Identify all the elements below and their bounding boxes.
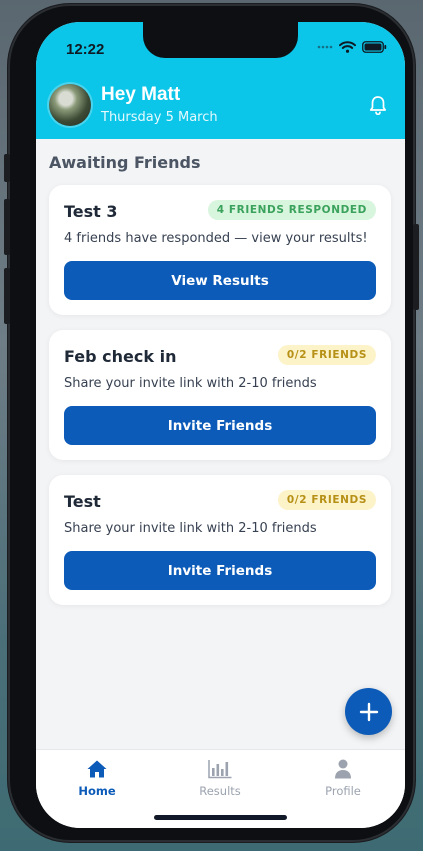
tab-label: Results xyxy=(199,784,241,798)
card-subtitle: Share your invite link with 2-10 friends xyxy=(64,376,317,391)
avatar[interactable] xyxy=(49,84,91,126)
status-badge: 4 FRIENDS RESPONDED xyxy=(207,200,376,220)
tab-label: Home xyxy=(78,784,116,798)
signal-icon xyxy=(317,45,333,49)
card-title: Test 3 xyxy=(64,202,118,221)
volume-down-button xyxy=(4,268,10,324)
plus-icon xyxy=(359,702,378,721)
quiz-card[interactable]: Test 0/2 FRIENDS Share your invite link … xyxy=(49,475,391,605)
tab-home[interactable]: Home xyxy=(52,759,142,798)
device-notch xyxy=(143,22,298,58)
power-button xyxy=(413,224,419,310)
tab-results[interactable]: Results xyxy=(175,759,265,798)
status-badge: 0/2 FRIENDS xyxy=(277,345,376,365)
user-icon xyxy=(335,759,351,779)
home-indicator xyxy=(154,815,287,820)
home-icon xyxy=(87,760,107,778)
card-title: Test xyxy=(64,492,101,511)
card-subtitle: Share your invite link with 2-10 friends xyxy=(64,521,317,536)
volume-up-button xyxy=(4,199,10,255)
mute-switch xyxy=(4,154,10,182)
section-title: Awaiting Friends xyxy=(49,153,201,172)
bottom-tab-bar: Home Results Profile xyxy=(36,749,405,828)
status-badge: 0/2 FRIENDS xyxy=(277,490,376,510)
app-screen: 12:22 Hey Matt Thursday 5 March Awaiting… xyxy=(36,22,405,828)
tab-label: Profile xyxy=(325,784,361,798)
greeting-title: Hey Matt xyxy=(101,84,181,105)
status-icons xyxy=(317,41,387,53)
add-button[interactable] xyxy=(345,688,392,735)
tab-profile[interactable]: Profile xyxy=(298,759,388,798)
view-results-button[interactable]: View Results xyxy=(64,261,376,300)
phone-frame: 12:22 Hey Matt Thursday 5 March Awaiting… xyxy=(4,4,419,842)
quiz-card[interactable]: Test 3 4 FRIENDS RESPONDED 4 friends hav… xyxy=(49,185,391,315)
card-title: Feb check in xyxy=(64,347,177,366)
wifi-icon xyxy=(339,41,356,53)
battery-icon xyxy=(362,41,387,53)
status-time: 12:22 xyxy=(66,41,105,58)
header-date: Thursday 5 March xyxy=(101,110,218,125)
invite-friends-button[interactable]: Invite Friends xyxy=(64,551,376,590)
invite-friends-button[interactable]: Invite Friends xyxy=(64,406,376,445)
card-subtitle: 4 friends have responded — view your res… xyxy=(64,231,368,246)
app-header: 12:22 Hey Matt Thursday 5 March xyxy=(36,22,405,139)
bell-icon[interactable] xyxy=(369,95,387,115)
bar-chart-icon xyxy=(208,760,232,779)
quiz-card[interactable]: Feb check in 0/2 FRIENDS Share your invi… xyxy=(49,330,391,460)
